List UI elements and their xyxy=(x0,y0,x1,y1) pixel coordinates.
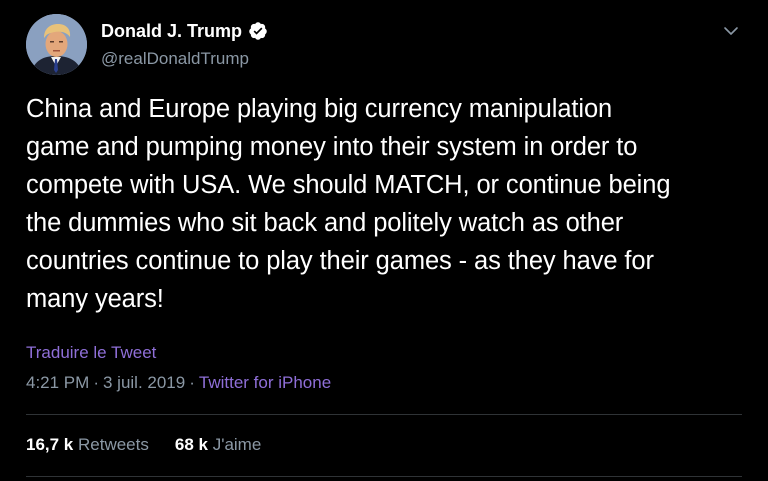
chevron-down-icon[interactable] xyxy=(720,20,742,42)
tweet-card: Donald J. Trump @realDonaldTrump China a… xyxy=(0,0,768,481)
tweet-text: China and Europe playing big currency ma… xyxy=(26,95,671,313)
engagement-stats: 16,7 k Retweets 68 k J'aime xyxy=(26,434,261,456)
tweet-time[interactable]: 4:21 PM xyxy=(26,372,89,394)
likes-count: 68 k xyxy=(174,435,208,454)
tweet-source-link[interactable]: Twitter for iPhone xyxy=(199,372,331,394)
author-name-row[interactable]: Donald J. Trump xyxy=(101,20,268,42)
likes-label: J'aime xyxy=(212,435,262,454)
avatar[interactable] xyxy=(26,14,87,75)
author-handle[interactable]: @realDonaldTrump xyxy=(101,48,249,70)
likes-stat[interactable]: 68 k J'aime xyxy=(175,434,261,456)
divider xyxy=(26,414,742,415)
divider xyxy=(26,476,742,477)
meta-separator: · xyxy=(93,373,99,392)
verified-badge-icon xyxy=(248,21,268,41)
retweets-label: Retweets xyxy=(78,435,149,454)
tweet-date[interactable]: 3 juil. 2019 xyxy=(103,372,185,394)
meta-separator: · xyxy=(189,373,195,392)
avatar-portrait-icon xyxy=(26,14,87,75)
retweets-stat[interactable]: 16,7 k Retweets xyxy=(26,434,149,456)
tweet-metadata: 4:21 PM · 3 juil. 2019 · Twitter for iPh… xyxy=(26,372,331,394)
translate-tweet-link[interactable]: Traduire le Tweet xyxy=(26,342,156,364)
retweets-count: 16,7 k xyxy=(26,435,74,454)
author-display-name[interactable]: Donald J. Trump xyxy=(101,20,242,42)
